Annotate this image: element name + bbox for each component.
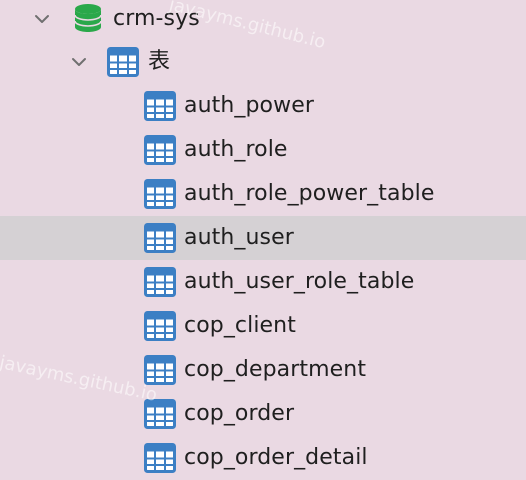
database-icon [72,2,104,34]
table-icon [144,442,176,474]
database-tree: crm-sys 表 auth_power auth_role auth_role… [0,0,526,476]
table-label: cop_order_detail [184,445,368,470]
table-icon [144,134,176,166]
table-label: cop_client [184,313,296,338]
tree-row-database[interactable]: crm-sys [0,0,526,41]
database-label: crm-sys [113,6,200,31]
table-group-label: 表 [148,49,171,74]
table-icon [144,310,176,342]
table-label: auth_user [184,225,294,250]
tree-row-table[interactable]: auth_user_role_table [0,260,526,304]
table-label: auth_power [184,93,314,118]
table-label: cop_order [184,401,295,426]
tree-row-table[interactable]: cop_department [0,348,526,392]
table-icon [144,178,176,210]
tree-row-table[interactable]: cop_order [0,392,526,436]
tree-row-table[interactable]: auth_role [0,128,526,172]
table-icon [144,354,176,386]
chevron-down-icon[interactable] [32,9,52,29]
table-icon [144,398,176,430]
table-label: auth_user_role_table [184,269,415,294]
tree-row-table[interactable]: auth_power [0,84,526,128]
table-label: auth_role [184,137,288,162]
table-icon [144,222,176,254]
tree-row-table[interactable]: cop_order_detail [0,436,526,480]
table-label: cop_department [184,357,367,382]
tree-row-table-selected[interactable]: auth_user [0,216,526,260]
tree-row-table[interactable]: cop_client [0,304,526,348]
table-icon [144,90,176,122]
table-label: auth_role_power_table [184,181,435,206]
table-group-icon [107,46,139,78]
chevron-down-icon[interactable] [69,52,89,72]
tree-row-table-group[interactable]: 表 [0,40,526,84]
tree-row-table[interactable]: auth_role_power_table [0,172,526,216]
table-icon [144,266,176,298]
